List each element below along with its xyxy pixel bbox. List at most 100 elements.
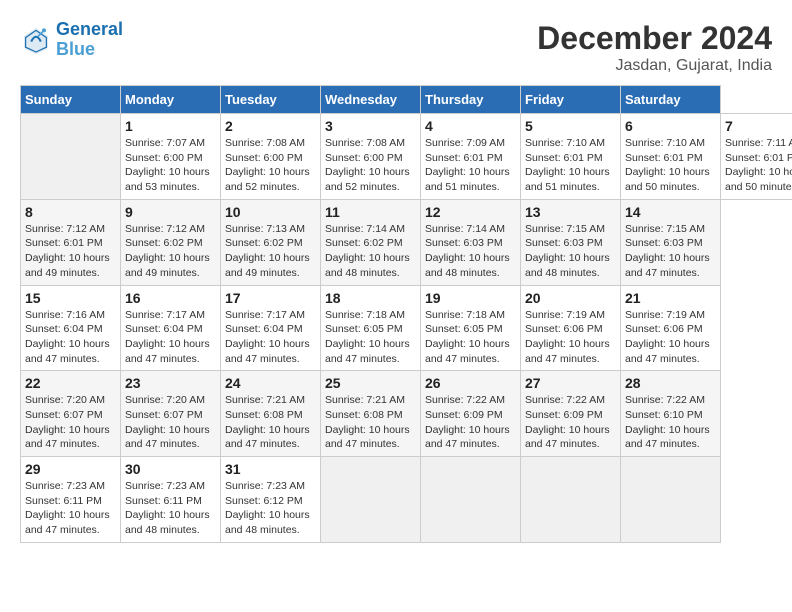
day-info: Sunrise: 7:07 AM Sunset: 6:00 PM Dayligh… (125, 136, 216, 195)
table-row: 7 Sunrise: 7:11 AM Sunset: 6:01 PM Dayli… (721, 114, 792, 200)
table-row: 19 Sunrise: 7:18 AM Sunset: 6:05 PM Dayl… (421, 285, 521, 371)
day-number: 14 (625, 204, 716, 220)
table-row: 21 Sunrise: 7:19 AM Sunset: 6:06 PM Dayl… (621, 285, 721, 371)
table-row: 28 Sunrise: 7:22 AM Sunset: 6:10 PM Dayl… (621, 371, 721, 457)
day-number: 30 (125, 461, 216, 477)
day-info: Sunrise: 7:14 AM Sunset: 6:02 PM Dayligh… (325, 222, 416, 281)
table-row: 18 Sunrise: 7:18 AM Sunset: 6:05 PM Dayl… (321, 285, 421, 371)
table-row: 4 Sunrise: 7:09 AM Sunset: 6:01 PM Dayli… (421, 114, 521, 200)
col-header-saturday: Saturday (621, 86, 721, 114)
day-info: Sunrise: 7:12 AM Sunset: 6:01 PM Dayligh… (25, 222, 116, 281)
table-row: 13 Sunrise: 7:15 AM Sunset: 6:03 PM Dayl… (521, 199, 621, 285)
table-row (521, 457, 621, 543)
table-row: 5 Sunrise: 7:10 AM Sunset: 6:01 PM Dayli… (521, 114, 621, 200)
col-header-friday: Friday (521, 86, 621, 114)
month-title: December 2024 (537, 20, 772, 57)
day-number: 8 (25, 204, 116, 220)
day-number: 28 (625, 375, 716, 391)
day-info: Sunrise: 7:22 AM Sunset: 6:10 PM Dayligh… (625, 393, 716, 452)
table-row (321, 457, 421, 543)
day-number: 3 (325, 118, 416, 134)
day-number: 17 (225, 290, 316, 306)
day-number: 1 (125, 118, 216, 134)
table-row: 16 Sunrise: 7:17 AM Sunset: 6:04 PM Dayl… (121, 285, 221, 371)
table-row: 24 Sunrise: 7:21 AM Sunset: 6:08 PM Dayl… (221, 371, 321, 457)
day-number: 31 (225, 461, 316, 477)
day-info: Sunrise: 7:18 AM Sunset: 6:05 PM Dayligh… (325, 308, 416, 367)
day-number: 6 (625, 118, 716, 134)
col-header-tuesday: Tuesday (221, 86, 321, 114)
day-number: 13 (525, 204, 616, 220)
day-number: 5 (525, 118, 616, 134)
day-number: 25 (325, 375, 416, 391)
day-info: Sunrise: 7:19 AM Sunset: 6:06 PM Dayligh… (525, 308, 616, 367)
table-row: 9 Sunrise: 7:12 AM Sunset: 6:02 PM Dayli… (121, 199, 221, 285)
table-row: 2 Sunrise: 7:08 AM Sunset: 6:00 PM Dayli… (221, 114, 321, 200)
day-info: Sunrise: 7:18 AM Sunset: 6:05 PM Dayligh… (425, 308, 516, 367)
day-info: Sunrise: 7:21 AM Sunset: 6:08 PM Dayligh… (325, 393, 416, 452)
logo-text: General Blue (56, 20, 123, 60)
table-row: 11 Sunrise: 7:14 AM Sunset: 6:02 PM Dayl… (321, 199, 421, 285)
day-number: 23 (125, 375, 216, 391)
day-number: 18 (325, 290, 416, 306)
day-info: Sunrise: 7:17 AM Sunset: 6:04 PM Dayligh… (225, 308, 316, 367)
table-row: 8 Sunrise: 7:12 AM Sunset: 6:01 PM Dayli… (21, 199, 121, 285)
day-number: 16 (125, 290, 216, 306)
day-info: Sunrise: 7:22 AM Sunset: 6:09 PM Dayligh… (425, 393, 516, 452)
day-info: Sunrise: 7:14 AM Sunset: 6:03 PM Dayligh… (425, 222, 516, 281)
table-row: 25 Sunrise: 7:21 AM Sunset: 6:08 PM Dayl… (321, 371, 421, 457)
page-header: General Blue December 2024 Jasdan, Gujar… (20, 20, 772, 75)
day-info: Sunrise: 7:13 AM Sunset: 6:02 PM Dayligh… (225, 222, 316, 281)
table-row: 31 Sunrise: 7:23 AM Sunset: 6:12 PM Dayl… (221, 457, 321, 543)
day-info: Sunrise: 7:08 AM Sunset: 6:00 PM Dayligh… (225, 136, 316, 195)
table-row: 3 Sunrise: 7:08 AM Sunset: 6:00 PM Dayli… (321, 114, 421, 200)
table-row: 10 Sunrise: 7:13 AM Sunset: 6:02 PM Dayl… (221, 199, 321, 285)
day-info: Sunrise: 7:20 AM Sunset: 6:07 PM Dayligh… (25, 393, 116, 452)
day-info: Sunrise: 7:19 AM Sunset: 6:06 PM Dayligh… (625, 308, 716, 367)
day-number: 4 (425, 118, 516, 134)
table-row: 12 Sunrise: 7:14 AM Sunset: 6:03 PM Dayl… (421, 199, 521, 285)
table-row: 15 Sunrise: 7:16 AM Sunset: 6:04 PM Dayl… (21, 285, 121, 371)
day-number: 19 (425, 290, 516, 306)
day-number: 27 (525, 375, 616, 391)
day-number: 20 (525, 290, 616, 306)
day-info: Sunrise: 7:09 AM Sunset: 6:01 PM Dayligh… (425, 136, 516, 195)
title-block: December 2024 Jasdan, Gujarat, India (537, 20, 772, 75)
day-info: Sunrise: 7:16 AM Sunset: 6:04 PM Dayligh… (25, 308, 116, 367)
table-row (621, 457, 721, 543)
day-info: Sunrise: 7:20 AM Sunset: 6:07 PM Dayligh… (125, 393, 216, 452)
col-header-wednesday: Wednesday (321, 86, 421, 114)
day-number: 2 (225, 118, 316, 134)
day-info: Sunrise: 7:10 AM Sunset: 6:01 PM Dayligh… (525, 136, 616, 195)
day-number: 9 (125, 204, 216, 220)
col-header-sunday: Sunday (21, 86, 121, 114)
col-header-thursday: Thursday (421, 86, 521, 114)
table-row: 22 Sunrise: 7:20 AM Sunset: 6:07 PM Dayl… (21, 371, 121, 457)
day-info: Sunrise: 7:15 AM Sunset: 6:03 PM Dayligh… (525, 222, 616, 281)
day-number: 26 (425, 375, 516, 391)
table-row: 27 Sunrise: 7:22 AM Sunset: 6:09 PM Dayl… (521, 371, 621, 457)
table-row: 23 Sunrise: 7:20 AM Sunset: 6:07 PM Dayl… (121, 371, 221, 457)
day-info: Sunrise: 7:10 AM Sunset: 6:01 PM Dayligh… (625, 136, 716, 195)
location-title: Jasdan, Gujarat, India (537, 57, 772, 75)
day-info: Sunrise: 7:11 AM Sunset: 6:01 PM Dayligh… (725, 136, 792, 195)
table-row: 30 Sunrise: 7:23 AM Sunset: 6:11 PM Dayl… (121, 457, 221, 543)
table-row: 26 Sunrise: 7:22 AM Sunset: 6:09 PM Dayl… (421, 371, 521, 457)
table-row (421, 457, 521, 543)
table-row: 6 Sunrise: 7:10 AM Sunset: 6:01 PM Dayli… (621, 114, 721, 200)
day-info: Sunrise: 7:15 AM Sunset: 6:03 PM Dayligh… (625, 222, 716, 281)
day-number: 12 (425, 204, 516, 220)
day-number: 15 (25, 290, 116, 306)
logo: General Blue (20, 20, 123, 60)
day-number: 24 (225, 375, 316, 391)
table-row: 17 Sunrise: 7:17 AM Sunset: 6:04 PM Dayl… (221, 285, 321, 371)
day-info: Sunrise: 7:23 AM Sunset: 6:12 PM Dayligh… (225, 479, 316, 538)
day-info: Sunrise: 7:12 AM Sunset: 6:02 PM Dayligh… (125, 222, 216, 281)
day-info: Sunrise: 7:21 AM Sunset: 6:08 PM Dayligh… (225, 393, 316, 452)
col-header-monday: Monday (121, 86, 221, 114)
day-number: 11 (325, 204, 416, 220)
table-row: 14 Sunrise: 7:15 AM Sunset: 6:03 PM Dayl… (621, 199, 721, 285)
day-number: 21 (625, 290, 716, 306)
table-row: 20 Sunrise: 7:19 AM Sunset: 6:06 PM Dayl… (521, 285, 621, 371)
day-number: 29 (25, 461, 116, 477)
